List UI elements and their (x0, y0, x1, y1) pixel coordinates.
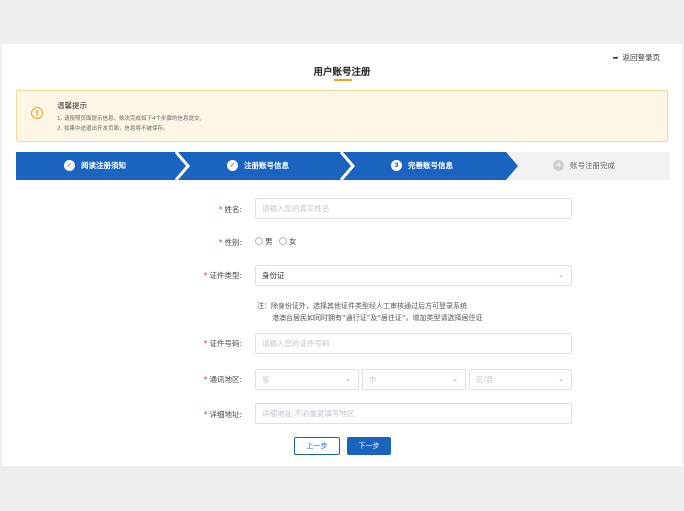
chevron-down-icon: ⌄ (452, 375, 458, 383)
district-select[interactable]: 区/县 ⌄ (469, 369, 572, 390)
radio-icon[interactable] (255, 237, 263, 245)
gender-female-option[interactable]: 女 (278, 237, 296, 246)
step-1-label: 阅读注册须知 (81, 161, 126, 170)
name-label: * 姓名: (218, 205, 242, 214)
check-icon: ✓ (227, 159, 238, 171)
next-step-button[interactable]: 下一步 (347, 437, 391, 455)
city-select[interactable]: 市 ⌄ (362, 369, 466, 390)
name-input[interactable]: 请输入您的真实姓名 (255, 198, 572, 219)
step-3-label: 完善账号信息 (408, 161, 453, 170)
id-note-line-2: 港澳台居民如同时拥有“通行证”及“居住证”，增加类型请选择居住证 (272, 314, 483, 322)
progress-steps: ✓ 阅读注册须知 ✓ 注册账号信息 3 完善账号信息 4 账号注册完成 (16, 152, 670, 180)
warning-icon: ! (31, 107, 43, 119)
address-input[interactable]: 详细地址,不必重复填写地区 (255, 403, 572, 424)
step-4: 4 账号注册完成 (553, 152, 615, 180)
id-number-label: * 证件号码: (203, 339, 242, 348)
address-label: * 详细地址: (203, 410, 242, 419)
step-3-number: 3 (391, 159, 402, 171)
title-underline (334, 79, 352, 81)
region-label: * 通讯地区: (203, 375, 242, 384)
id-note-line-1: 注：除身份证外，选择其他证件类型经人工审核通过后方可登录系统 (257, 302, 467, 310)
registration-card: 用户账号注册 ➦ 返回登录页 ! 温馨提示 1. 请按照页面提示信息，依次完成如下… (2, 44, 682, 466)
chevron-down-icon: ⌄ (345, 375, 351, 383)
back-to-login-label: 返回登录页 (622, 53, 661, 62)
page-title: 用户账号注册 (313, 67, 371, 78)
back-to-login-link[interactable]: ➦ 返回登录页 (613, 52, 660, 63)
chevron-down-icon: ⌄ (558, 375, 564, 383)
province-select[interactable]: 省 ⌄ (255, 369, 359, 390)
step-4-label: 账号注册完成 (570, 161, 615, 170)
id-number-input[interactable]: 请输入您的证件号码 (255, 333, 572, 354)
notice-title: 温馨提示 (57, 101, 87, 110)
step-1: ✓ 阅读注册须知 (64, 152, 126, 180)
notice-box: ! 温馨提示 1. 请按照页面提示信息，依次完成如下4个步骤的信息提交。 2. … (16, 90, 668, 142)
share-arrow-icon: ➦ (612, 54, 619, 62)
gender-label: * 性别: (218, 238, 242, 247)
step-4-number: 4 (553, 159, 564, 171)
step-3: 3 完善账号信息 (391, 152, 453, 180)
gender-radio-group: 男 女 (255, 236, 296, 247)
notice-line-1: 1. 请按照页面提示信息，依次完成如下4个步骤的信息提交。 (57, 116, 205, 122)
id-type-label: * 证件类型: (203, 271, 242, 280)
check-icon: ✓ (64, 159, 75, 171)
gender-male-option[interactable]: 男 (255, 237, 273, 246)
step-2: ✓ 注册账号信息 (227, 152, 289, 180)
prev-step-button[interactable]: 上一步 (294, 437, 340, 455)
chevron-down-icon: ⌄ (558, 271, 564, 279)
step-2-label: 注册账号信息 (244, 161, 289, 170)
id-type-select[interactable]: 身份证 ⌄ (255, 265, 572, 286)
radio-icon[interactable] (278, 237, 287, 245)
notice-line-2: 2. 如果中途退出开本页面，信息将不被保存。 (57, 126, 169, 132)
